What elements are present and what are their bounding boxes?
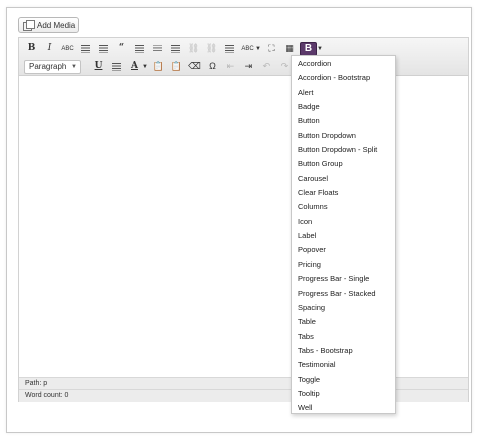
menu-item-tabs[interactable]: Tabs <box>292 330 395 344</box>
format-select-value: Paragraph <box>29 62 67 71</box>
editor-toolbar: B I ABC “ ⛓ ⛓ ABC ▼ ⛶ ▦ B ▼ Paragraph ▼ <box>19 38 468 76</box>
menu-item-progress-bar-stacked[interactable]: Progress Bar - Stacked <box>292 287 395 301</box>
numbered-list-button[interactable] <box>96 42 111 56</box>
menu-item-columns[interactable]: Columns <box>292 200 395 214</box>
menu-item-alert[interactable]: Alert <box>292 86 395 100</box>
paste-word-icon: 📋 <box>170 61 183 71</box>
special-character-button[interactable]: Ω <box>205 60 220 74</box>
redo-button[interactable]: ↷ <box>277 60 292 74</box>
numbered-list-icon <box>99 44 108 53</box>
undo-button[interactable]: ↶ <box>259 60 274 74</box>
justify-icon <box>112 62 121 71</box>
eraser-icon: ⌫ <box>188 61 201 71</box>
justify-button[interactable] <box>109 60 124 74</box>
menu-item-button-group[interactable]: Button Group <box>292 157 395 171</box>
menu-item-button[interactable]: Button <box>292 114 395 128</box>
indent-icon: ⇥ <box>244 61 253 71</box>
editor-content-area[interactable] <box>19 76 468 377</box>
kitchen-sink-icon: ▦ <box>285 43 294 53</box>
menu-item-popover[interactable]: Popover <box>292 243 395 257</box>
menu-item-accordion-bootstrap[interactable]: Accordion - Bootstrap <box>292 71 395 85</box>
bold-button[interactable]: B <box>24 42 39 56</box>
bullet-list-icon <box>81 44 90 53</box>
unlink-icon: ⛓ <box>205 43 218 53</box>
add-media-button[interactable]: Add Media <box>18 17 79 33</box>
insert-link-button[interactable]: ⛓ <box>186 42 201 56</box>
remove-link-button[interactable]: ⛓ <box>204 42 219 56</box>
chevron-down-icon[interactable]: ▼ <box>142 64 148 70</box>
bullet-list-button[interactable] <box>78 42 93 56</box>
blockquote-button[interactable]: “ <box>114 42 129 56</box>
menu-item-tabs-bootstrap[interactable]: Tabs - Bootstrap <box>292 344 395 358</box>
media-icon <box>23 20 35 31</box>
redo-icon: ↷ <box>280 61 289 71</box>
chevron-down-icon[interactable]: ▼ <box>317 46 323 52</box>
menu-item-clear-floats[interactable]: Clear Floats <box>292 186 395 200</box>
more-tag-icon <box>225 44 234 53</box>
format-select[interactable]: Paragraph ▼ <box>24 59 81 74</box>
menu-item-pricing[interactable]: Pricing <box>292 258 395 272</box>
read-more-button[interactable] <box>222 42 237 56</box>
text-color-button[interactable]: A <box>127 60 142 74</box>
paste-text-icon: 📋 <box>152 61 165 71</box>
align-right-button[interactable] <box>168 42 183 56</box>
align-center-button[interactable] <box>150 42 165 56</box>
toolbar-row-1: B I ABC “ ⛓ ⛓ ABC ▼ ⛶ ▦ B ▼ <box>24 41 323 56</box>
align-center-icon <box>153 44 162 52</box>
menu-item-spacing[interactable]: Spacing <box>292 301 395 315</box>
align-right-icon <box>171 44 180 53</box>
paste-word-button[interactable]: 📋 <box>169 60 184 74</box>
shortcode-button[interactable]: B <box>299 41 317 56</box>
outdent-button[interactable]: ⇤ <box>223 60 238 74</box>
italic-button[interactable]: I <box>42 42 57 56</box>
menu-item-table[interactable]: Table <box>292 315 395 329</box>
paste-text-button[interactable]: 📋 <box>151 60 166 74</box>
align-left-icon <box>135 44 144 53</box>
chevron-down-icon: ▼ <box>71 63 77 70</box>
underline-button[interactable]: U <box>91 60 106 74</box>
toolbar-row-2: Paragraph ▼ U A ▼ 📋 📋 ⌫ Ω ⇤ ⇥ ↶ ↷ ◉ <box>24 59 310 74</box>
chevron-down-icon[interactable]: ▼ <box>255 46 261 52</box>
path-bar: Path: p <box>19 377 468 389</box>
add-media-label: Add Media <box>37 20 76 30</box>
menu-item-button-dropdown-split[interactable]: Button Dropdown - Split <box>292 143 395 157</box>
menu-item-well[interactable]: Well <box>292 401 395 415</box>
fullscreen-icon: ⛶ <box>268 43 275 53</box>
tinymce-editor: B I ABC “ ⛓ ⛓ ABC ▼ ⛶ ▦ B ▼ Paragraph ▼ <box>18 37 469 402</box>
kitchen-sink-button[interactable]: ▦ <box>282 42 297 56</box>
align-left-button[interactable] <box>132 42 147 56</box>
menu-item-progress-bar-single[interactable]: Progress Bar - Single <box>292 272 395 286</box>
clear-formatting-button[interactable]: ⌫ <box>187 60 202 74</box>
link-icon: ⛓ <box>187 43 200 53</box>
menu-item-toggle[interactable]: Toggle <box>292 373 395 387</box>
menu-item-badge[interactable]: Badge <box>292 100 395 114</box>
word-count: Word count: 0 <box>19 389 468 402</box>
outdent-icon: ⇤ <box>226 61 235 71</box>
menu-item-testimonial[interactable]: Testimonial <box>292 358 395 372</box>
menu-item-button-dropdown[interactable]: Button Dropdown <box>292 129 395 143</box>
spellcheck-button[interactable]: ABC <box>240 42 255 56</box>
shortcode-dropdown-menu: Accordion Accordion - Bootstrap Alert Badge… <box>291 55 396 414</box>
menu-item-accordion[interactable]: Accordion <box>292 57 395 71</box>
undo-icon: ↶ <box>262 61 271 71</box>
indent-button[interactable]: ⇥ <box>241 60 256 74</box>
menu-item-label[interactable]: Label <box>292 229 395 243</box>
menu-item-tooltip[interactable]: Tooltip <box>292 387 395 401</box>
menu-item-carousel[interactable]: Carousel <box>292 172 395 186</box>
strikethrough-button[interactable]: ABC <box>60 42 75 56</box>
menu-item-icon[interactable]: Icon <box>292 215 395 229</box>
fullscreen-button[interactable]: ⛶ <box>264 42 279 56</box>
